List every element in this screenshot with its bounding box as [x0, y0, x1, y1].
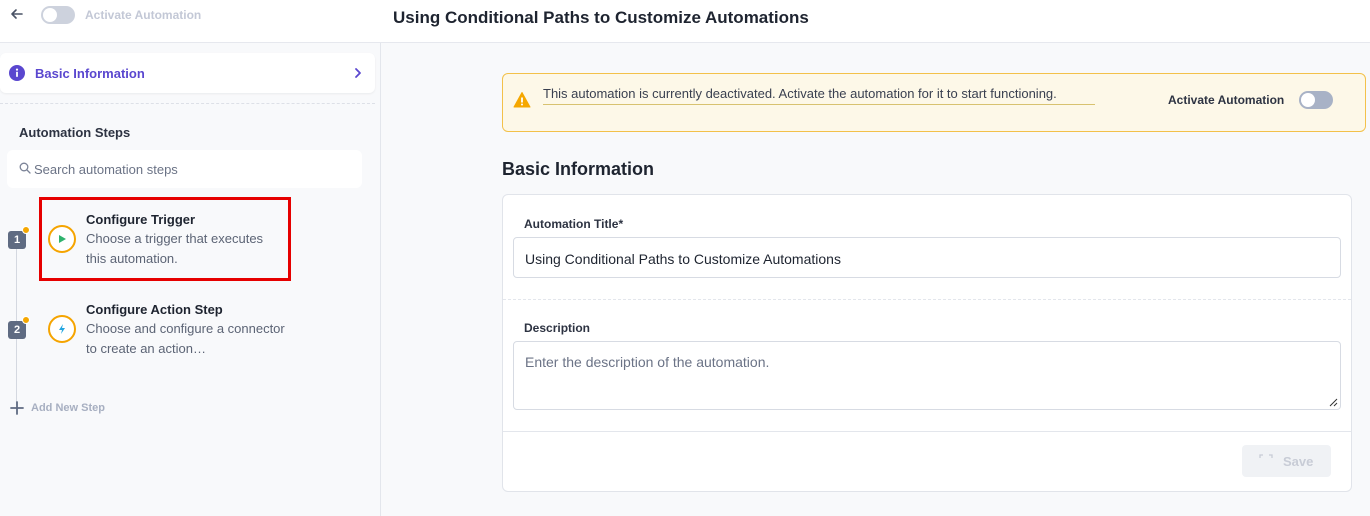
- step-description: Choose and configure a connector to crea…: [86, 321, 285, 356]
- save-icon: [1259, 454, 1273, 458]
- sidebar-item-basic-information[interactable]: Basic Information: [0, 53, 375, 93]
- automation-title-value: Using Conditional Paths to Customize Aut…: [525, 251, 841, 267]
- search-input[interactable]: Search automation steps: [7, 150, 362, 188]
- search-icon: [19, 162, 31, 174]
- info-icon: [9, 65, 25, 81]
- warning-icon: [513, 92, 531, 108]
- save-label: Save: [1283, 454, 1314, 469]
- resize-handle-icon[interactable]: [1328, 397, 1338, 407]
- automation-title-field[interactable]: Using Conditional Paths to Customize Aut…: [513, 237, 1341, 278]
- step-icon-circle: [48, 315, 76, 343]
- search-placeholder: Search automation steps: [34, 162, 178, 177]
- step-number: 2: [8, 321, 26, 339]
- step-title: Configure Action Step: [86, 302, 223, 317]
- section-heading: Basic Information: [502, 159, 655, 179]
- alert-message: This automation is currently deactivated…: [543, 84, 1095, 105]
- highlight-box: [39, 197, 291, 281]
- save-button[interactable]: Save: [1242, 445, 1331, 477]
- chevron-right-icon: [355, 68, 361, 78]
- activate-automation-label: Activate Automation: [85, 8, 202, 22]
- sidebar: Basic Information Automation Steps Searc…: [0, 43, 381, 516]
- description-field[interactable]: Enter the description of the automation.: [513, 341, 1341, 410]
- add-new-step-label: Add New Step: [31, 402, 105, 414]
- title-field-label: Automation Title*: [524, 217, 624, 231]
- step-number: 1: [8, 231, 26, 249]
- arrow-left-icon[interactable]: [8, 5, 26, 23]
- activate-automation-toggle[interactable]: [41, 6, 75, 24]
- divider: [503, 299, 1351, 300]
- status-dot: [22, 316, 30, 324]
- description-field-label: Description: [524, 321, 591, 335]
- activate-automation-toggle[interactable]: [1299, 91, 1333, 109]
- steps-heading: Automation Steps: [19, 125, 131, 140]
- status-dot: [22, 226, 30, 234]
- divider: [503, 431, 1351, 432]
- plus-icon: [10, 401, 24, 415]
- page-title: Using Conditional Paths to Customize Aut…: [393, 8, 809, 27]
- basic-information-form: Automation Title* Using Conditional Path…: [502, 194, 1352, 492]
- sidebar-item-label: Basic Information: [35, 66, 145, 81]
- divider: [0, 103, 375, 104]
- description-placeholder: Enter the description of the automation.: [525, 354, 770, 370]
- lightning-icon: [59, 324, 65, 334]
- activate-automation-label: Activate Automation: [1168, 93, 1285, 107]
- top-bar: Activate Automation Using Conditional Pa…: [0, 0, 1370, 43]
- deactivated-alert: This automation is currently deactivated…: [502, 73, 1366, 132]
- step-configure-action[interactable]: Configure Action Step Choose and configu…: [47, 302, 287, 363]
